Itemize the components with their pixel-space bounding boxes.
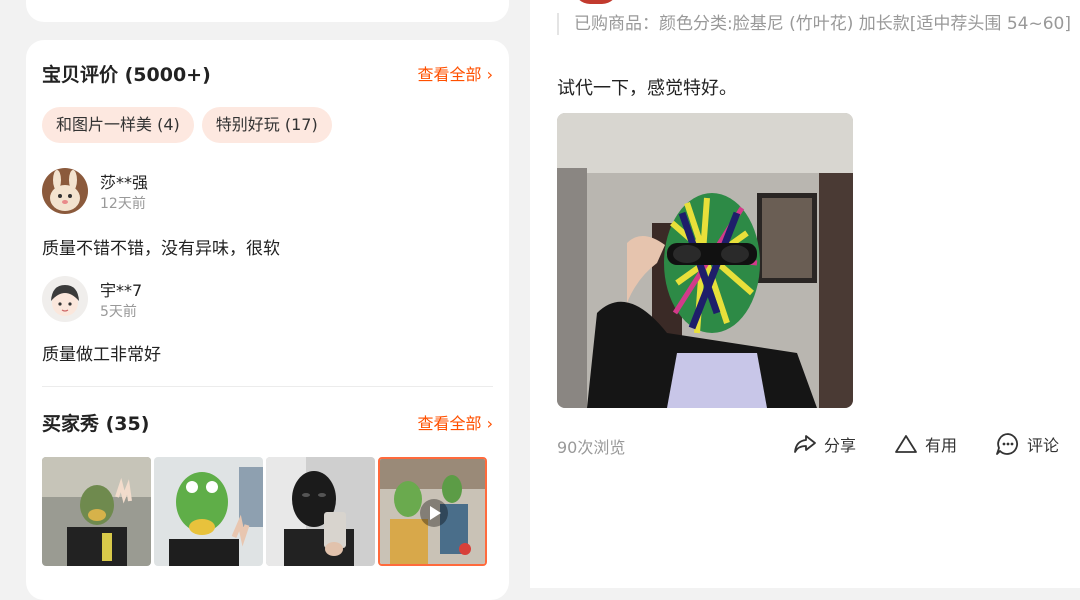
review-username: 宇**7 [100,281,143,300]
avatar [42,276,88,322]
avatar [42,168,88,214]
reviewer-avatar [574,0,618,4]
share-icon [792,433,818,455]
reviews-title: 宝贝评价 (5000+) [42,64,211,86]
triangle-icon [893,433,919,455]
buyer-video[interactable] [378,457,487,566]
reviews-header: 宝贝评价 (5000+) 查看全部 › [42,60,493,90]
review-tag[interactable]: 和图片一样美 (4) [42,107,194,143]
buyer-show-photos [42,457,487,566]
reviews-card: 宝贝评价 (5000+) 查看全部 › 和图片一样美 (4) 特别好玩 (17)… [26,40,509,600]
buyer-show-header: 买家秀 (35) 查看全部 › [42,409,493,439]
left-panel: 宝贝评价 (5000+) 查看全部 › 和图片一样美 (4) 特别好玩 (17)… [0,0,530,600]
review-date: 12天前 [100,196,146,212]
review-text: 质量做工非常好 [42,345,161,365]
review-item[interactable]: 宇**7 5天前 质量做工非常好 [42,276,493,366]
buyer-photo[interactable] [266,457,375,566]
reviews-view-all-link[interactable]: 查看全部 › [418,60,494,90]
previous-card [26,0,509,22]
review-item[interactable]: 莎**强 12天前 质量不错不错，没有异味，很软 [42,168,493,268]
useful-button[interactable]: 有用 [893,432,957,456]
view-count: 90次浏览 [557,438,626,457]
review-detail-text: 试代一下，感觉特好。 [557,78,737,99]
review-detail-panel: 已购商品：颜色分类:脸基尼 (竹叶花) 加长款[适中荐头围 54~60] 试代一… [530,0,1080,588]
share-label: 分享 [824,436,857,455]
share-button[interactable]: 分享 [792,432,856,456]
comment-button[interactable]: 评论 [995,432,1059,456]
review-photo[interactable] [557,113,853,408]
review-tag[interactable]: 特别好玩 (17) [201,107,332,143]
buyer-show-title: 买家秀 (35) [42,413,150,435]
comment-label: 评论 [1027,436,1060,455]
review-date: 5天前 [100,304,137,320]
comment-icon [995,432,1021,456]
useful-label: 有用 [925,436,958,455]
divider [42,386,493,387]
buyer-photo[interactable] [154,457,263,566]
review-username: 莎**强 [100,173,149,192]
review-text: 质量不错不错，没有异味，很软 [42,239,280,259]
buyer-show-view-all-link[interactable]: 查看全部 › [418,409,494,439]
purchased-item-info: 已购商品：颜色分类:脸基尼 (竹叶花) 加长款[适中荐头围 54~60] [557,13,1079,35]
buyer-photo[interactable] [42,457,151,566]
review-tags: 和图片一样美 (4) 特别好玩 (17) [42,107,332,143]
